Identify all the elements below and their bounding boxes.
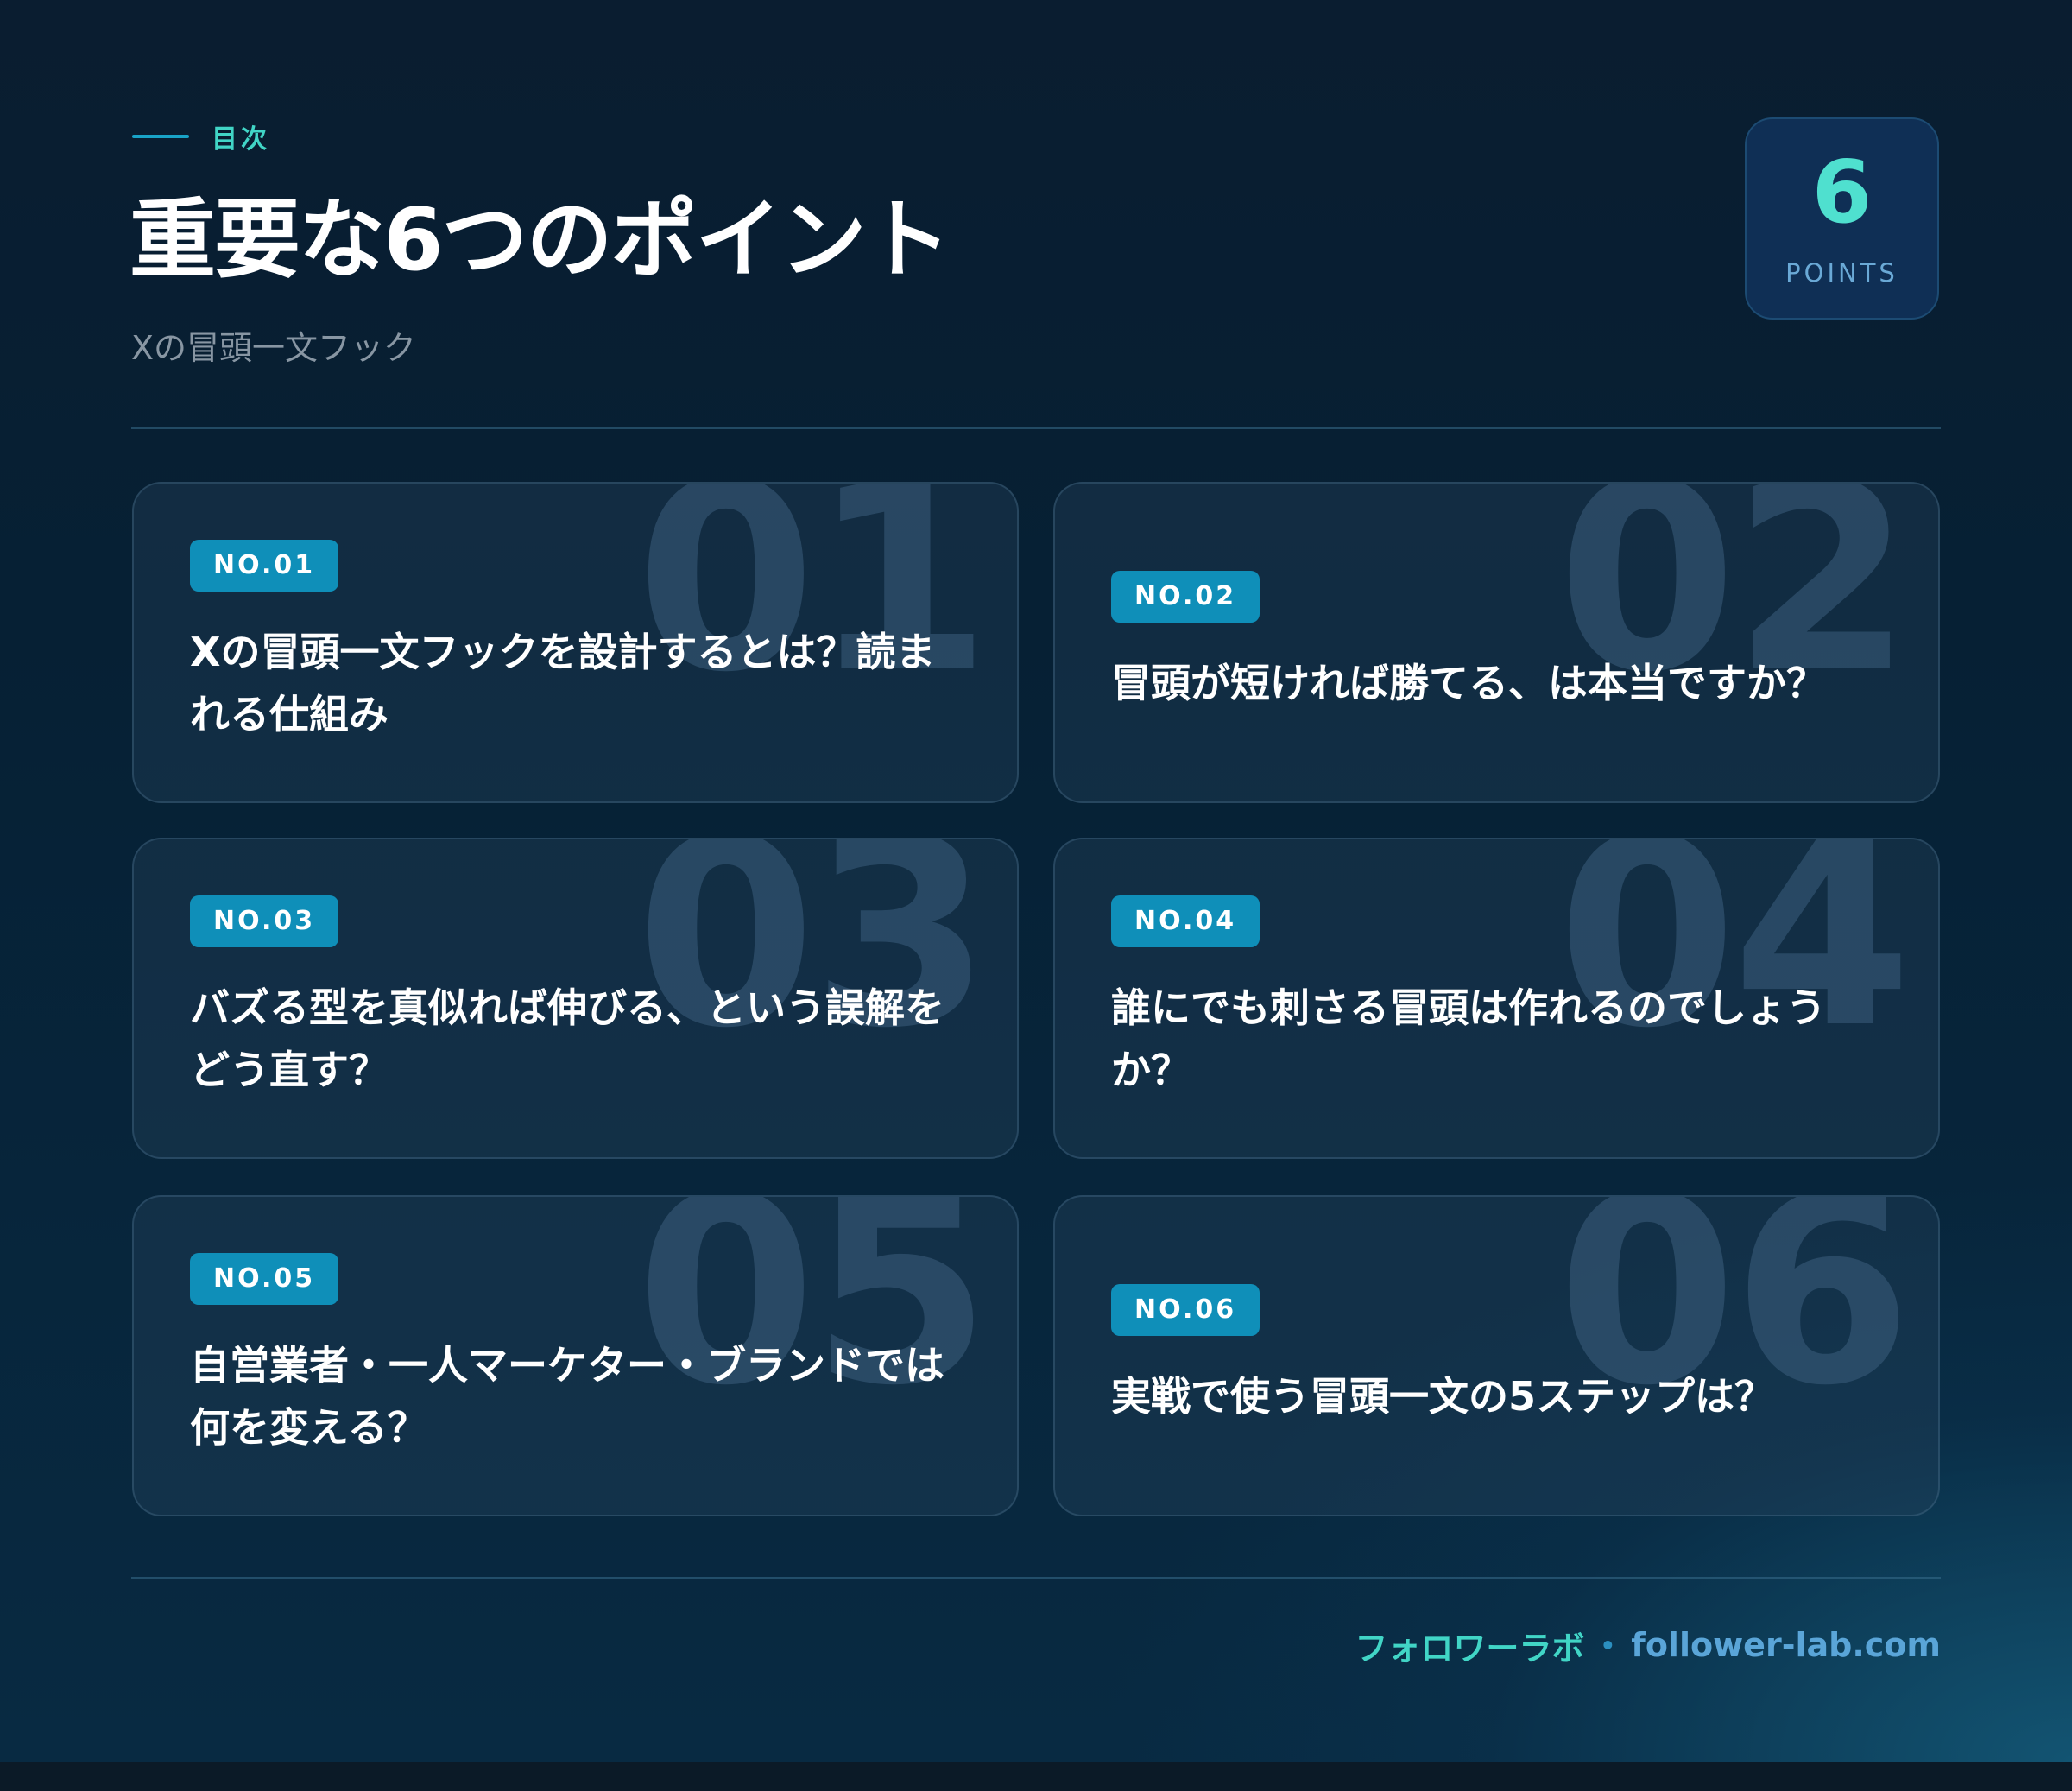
point-card-04[interactable]: 04 NO.04 誰にでも刺さる冒頭は作れるのでしょうか？ [1053, 838, 1940, 1159]
header-divider [131, 427, 1941, 429]
point-card-03[interactable]: 03 NO.03 バズる型を真似れば伸びる、という誤解をどう直す？ [132, 838, 1019, 1159]
card-number-tag: NO.01 [190, 540, 339, 592]
point-card-05[interactable]: 05 NO.05 自営業者・一人マーケター・ブランドでは何を変える？ [132, 1195, 1019, 1516]
card-body: NO.03 バズる型を真似れば伸びる、という誤解をどう直す？ [190, 839, 974, 1157]
points-count-label: POINTS [1785, 258, 1898, 288]
point-card-06[interactable]: 06 NO.06 実戦で使う冒頭一文の5ステップは？ [1053, 1195, 1940, 1516]
card-heading: 自営業者・一人マーケター・ブランドでは何を変える？ [190, 1342, 944, 1451]
point-card-01[interactable]: 01 NO.01 Xの冒頭一文フックを設計するとは？読まれる仕組み [132, 482, 1019, 803]
card-number-tag: NO.04 [1111, 896, 1260, 947]
card-body: NO.06 実戦で使う冒頭一文の5ステップは？ [1111, 1197, 1895, 1515]
card-heading: 誰にでも刺さる冒頭は作れるのでしょうか？ [1111, 984, 1826, 1093]
card-number-tag: NO.05 [190, 1253, 339, 1305]
card-number-tag: NO.03 [190, 896, 339, 947]
footer-brand: フォロワーラボ [1355, 1629, 1585, 1668]
card-heading: バズる型を真似れば伸びる、という誤解をどう直す？ [190, 984, 944, 1093]
points-count-number: 6 [1811, 142, 1873, 243]
points-count-badge: 6 POINTS [1745, 117, 1939, 320]
card-body: NO.01 Xの冒頭一文フックを設計するとは？読まれる仕組み [190, 484, 974, 801]
card-body: NO.02 冒頭が短ければ勝てる、は本当ですか？ [1111, 484, 1895, 801]
card-body: NO.04 誰にでも刺さる冒頭は作れるのでしょうか？ [1111, 839, 1895, 1157]
card-number-tag: NO.02 [1111, 571, 1260, 623]
footer-separator-dot: • [1600, 1630, 1616, 1660]
card-heading: 実戦で使う冒頭一文の5ステップは？ [1111, 1373, 1775, 1420]
page-subtitle: Xの冒頭一文フック [131, 329, 417, 367]
footer-divider [131, 1577, 1941, 1579]
card-body: NO.05 自営業者・一人マーケター・ブランドでは何を変える？ [190, 1197, 974, 1515]
point-card-02[interactable]: 02 NO.02 冒頭が短ければ勝てる、は本当ですか？ [1053, 482, 1940, 803]
card-heading: Xの冒頭一文フックを設計するとは？読まれる仕組み [190, 629, 936, 737]
footer-domain-link[interactable]: follower-lab.com [1631, 1626, 1941, 1664]
eyebrow-label: 目次 [212, 124, 270, 155]
card-heading: 冒頭が短ければ勝てる、は本当ですか？ [1111, 660, 1826, 706]
section-eyebrow: 目次 [132, 119, 270, 155]
card-number-tag: NO.06 [1111, 1284, 1260, 1336]
footer: フォロワーラボ • follower-lab.com [1355, 1623, 1941, 1668]
bottom-edge-strip [0, 1762, 2072, 1791]
slide-canvas: 目次 重要な6つのポイント Xの冒頭一文フック 6 POINTS 01 NO.0… [0, 0, 2072, 1762]
eyebrow-accent-line [132, 135, 189, 138]
page-title: 重要な6つのポイント [130, 189, 951, 290]
